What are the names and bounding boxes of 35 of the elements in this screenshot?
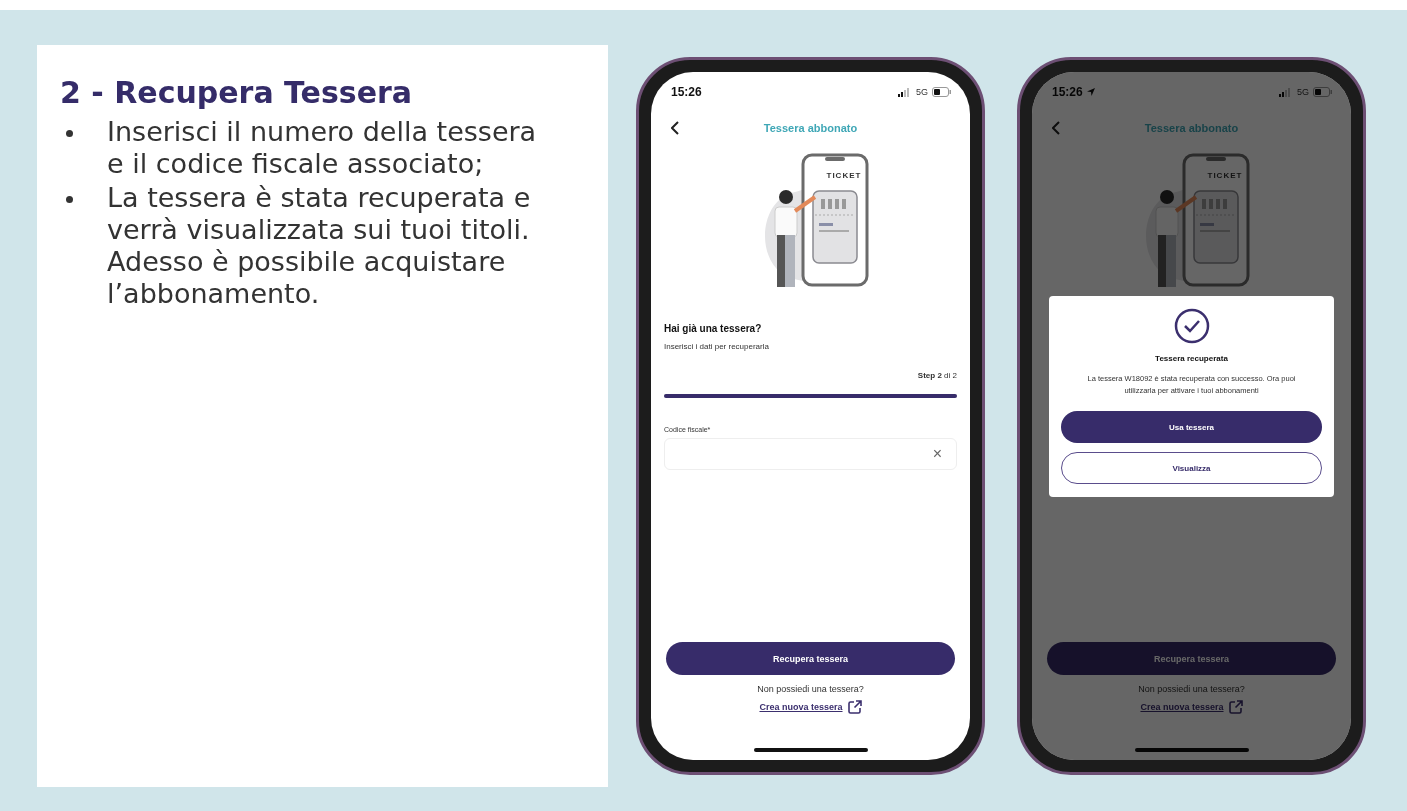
battery-icon	[1313, 87, 1333, 97]
screen-title: Tessera abbonato	[1144, 122, 1239, 134]
screen-title: Tessera abbonato	[763, 122, 858, 134]
view-button[interactable]: Visualizza	[1061, 452, 1322, 484]
step-counter: Step 2 di 2	[916, 371, 957, 380]
ticket-label: TICKET	[826, 171, 862, 180]
bullet-text: La tessera è stata recuperata e verrà visualizzata sui tuoi titoli. Adesso è possibile acquistare l’abbonamento.	[107, 182, 532, 310]
ticket-label: TICKET	[1207, 171, 1243, 180]
clear-button[interactable]: ×	[932, 445, 942, 463]
chevron-left-icon	[671, 121, 679, 135]
external-link-icon	[847, 700, 862, 714]
bullet-text: Inserisci il numero della tessera e il codice fiscale associato;	[107, 116, 538, 180]
form-heading: Hai già una tessera?	[664, 323, 763, 334]
use-card-button[interactable]: Usa tessera	[1061, 411, 1322, 443]
question-text: Non possiedi una tessera?	[1138, 684, 1245, 694]
create-card-link[interactable]: Crea nuova tessera	[759, 700, 862, 714]
checkmark-circle-icon	[1173, 308, 1210, 344]
slide-title: 2 - Recupera Tessera	[60, 75, 414, 110]
bullet-dot	[66, 196, 73, 203]
form-subtitle: Inserisci i dati per recuperarla	[664, 342, 770, 351]
question-text: Non possiedi una tessera?	[757, 684, 864, 694]
signal-icon	[898, 87, 912, 97]
status-time: 15:26	[671, 85, 702, 99]
external-link-icon	[1228, 700, 1243, 714]
network-label: 5G	[916, 87, 928, 97]
chevron-left-icon	[1052, 121, 1060, 135]
recover-button[interactable]: Recupera tessera	[666, 642, 955, 675]
status-time: 15:26	[1052, 85, 1083, 99]
input-field[interactable]: ×	[664, 438, 957, 470]
signal-icon	[1279, 87, 1293, 97]
bullet-dot	[66, 130, 73, 137]
dialog-title: Tessera recuperata	[1155, 354, 1228, 363]
battery-icon	[932, 87, 952, 97]
back-button[interactable]	[671, 121, 679, 135]
network-label: 5G	[1297, 87, 1309, 97]
